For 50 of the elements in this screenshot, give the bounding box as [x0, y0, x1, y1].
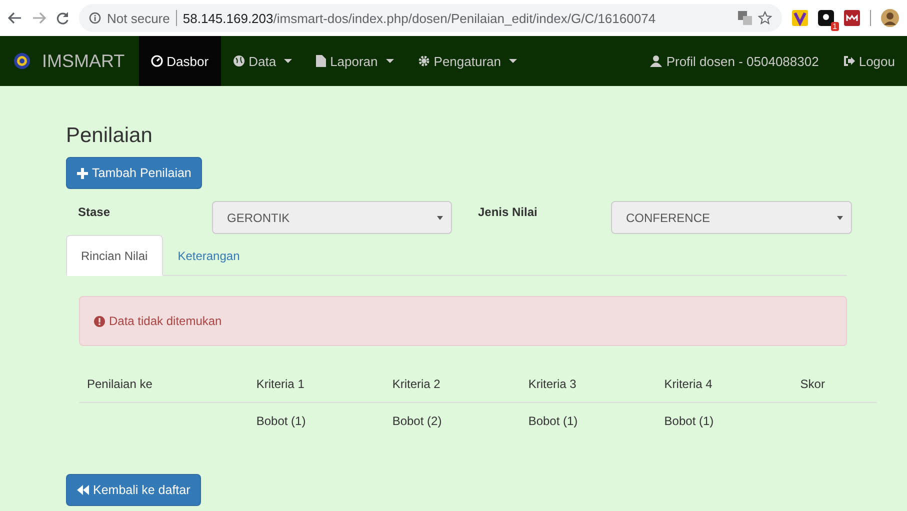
- extension-icon[interactable]: [844, 10, 860, 26]
- user-icon: [650, 55, 662, 67]
- caret-icon: [386, 59, 394, 63]
- plus-icon: [77, 168, 88, 178]
- info-icon: [89, 12, 101, 24]
- column-header: Penilaian ke: [79, 366, 248, 402]
- page-title: Penilaian: [66, 124, 154, 148]
- brand-name[interactable]: IMSMART: [42, 50, 125, 72]
- back-icon[interactable]: [8, 12, 22, 24]
- reload-icon[interactable]: [56, 12, 69, 24]
- warning-icon: [94, 316, 105, 326]
- nav-item[interactable]: Data: [220, 36, 304, 86]
- column-header: Kriteria 4: [656, 366, 792, 402]
- nav-item[interactable]: Pengaturan: [406, 36, 530, 86]
- add-button[interactable]: Tambah Penilaian: [66, 157, 202, 189]
- star-icon[interactable]: [758, 11, 772, 25]
- field-label: Stase: [78, 204, 112, 219]
- settings-icon: [418, 55, 430, 67]
- double-left-icon: [77, 485, 89, 495]
- tab[interactable]: Rincian Nilai: [66, 235, 163, 276]
- back-button[interactable]: Kembali ke daftar: [66, 474, 202, 506]
- tab[interactable]: Keterangan: [162, 235, 255, 276]
- alert-message: Data tidak ditemukan: [109, 314, 222, 328]
- nav-link[interactable]: Logou: [830, 36, 907, 86]
- table-cell: Bobot (1): [656, 402, 792, 439]
- table-cell: Bobot (1): [520, 402, 656, 439]
- nav-item[interactable]: Laporan: [304, 36, 406, 86]
- dashboard-icon: [150, 55, 163, 67]
- security-label: Not secure: [107, 10, 170, 26]
- table-cell: Bobot (2): [384, 402, 520, 439]
- logo-icon: [14, 53, 30, 69]
- select-field[interactable]: GERONTIK: [212, 201, 452, 234]
- column-header: Kriteria 3: [520, 366, 656, 402]
- column-header: Skor: [792, 366, 877, 402]
- column-header: Kriteria 1: [248, 366, 384, 402]
- logout-icon: [842, 55, 855, 67]
- select-field[interactable]: CONFERENCE: [611, 201, 852, 234]
- extension-icon[interactable]: [818, 10, 834, 26]
- notification-badge: 1: [830, 22, 839, 31]
- caret-icon: [509, 59, 518, 63]
- nav-link[interactable]: Profil dosen - 0504088302: [638, 36, 831, 86]
- field-label: Jenis Nilai: [477, 204, 538, 219]
- file-icon: [316, 55, 326, 67]
- column-header: Kriteria 2: [384, 366, 520, 402]
- url-text: 58.145.169.203/imsmart-dos/index.php/dosen/Penilaian_edit/index/G/C/16160074: [182, 10, 656, 26]
- avatar-icon[interactable]: [881, 9, 899, 27]
- address-bar[interactable]: Not secure 58.145.169.203/imsmart-dos/index.php/dosen/Penilaian_edit/index/G/C/16160074: [79, 4, 782, 32]
- table-cell: Bobot (1): [248, 402, 384, 439]
- caret-icon: [284, 59, 292, 63]
- nav-item[interactable]: Dasbor: [138, 36, 221, 86]
